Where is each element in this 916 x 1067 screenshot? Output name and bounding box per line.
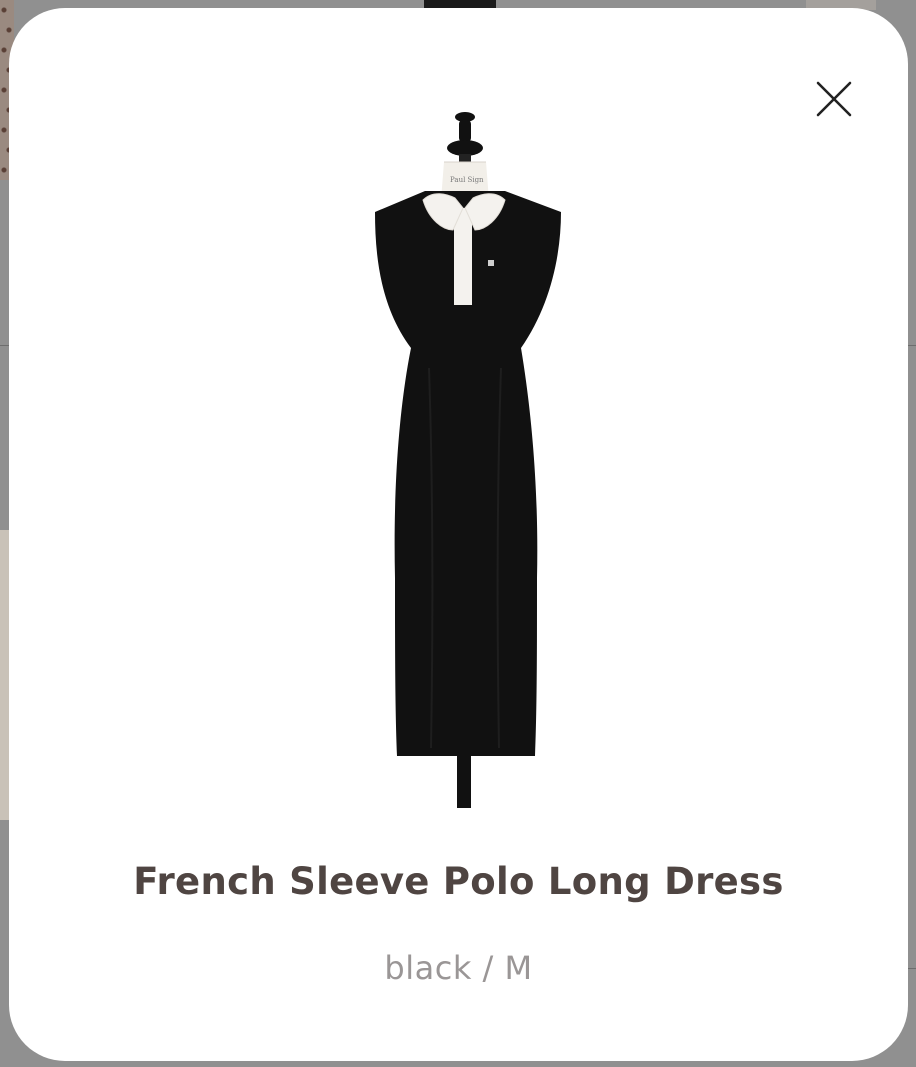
close-icon	[816, 81, 852, 117]
close-button[interactable]	[809, 74, 859, 124]
mannequin-finial	[447, 112, 483, 162]
mannequin-label: Paul Sign	[450, 176, 484, 184]
product-image: Paul Sign	[375, 112, 561, 808]
background-product-thumbnail	[424, 0, 496, 8]
mannequin-stand	[457, 748, 471, 808]
product-preview-modal: Paul Sign French Sleeve Polo Long Dress …	[9, 8, 908, 1061]
product-variant: black / M	[384, 949, 533, 987]
product-title: French Sleeve Polo Long Dress	[133, 860, 784, 903]
dress-logo	[488, 260, 494, 266]
